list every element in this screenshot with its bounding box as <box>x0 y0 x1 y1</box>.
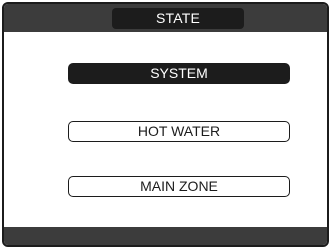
header-bar: STATE <box>4 4 327 32</box>
footer-bar <box>4 227 327 245</box>
device-screen: STATE SYSTEM HOT WATER MAIN ZONE <box>2 2 329 247</box>
menu-item-hot-water[interactable]: HOT WATER <box>68 121 290 142</box>
screen-title: STATE <box>112 8 244 29</box>
menu-item-system[interactable]: SYSTEM <box>68 63 290 84</box>
menu-item-main-zone[interactable]: MAIN ZONE <box>68 176 290 197</box>
